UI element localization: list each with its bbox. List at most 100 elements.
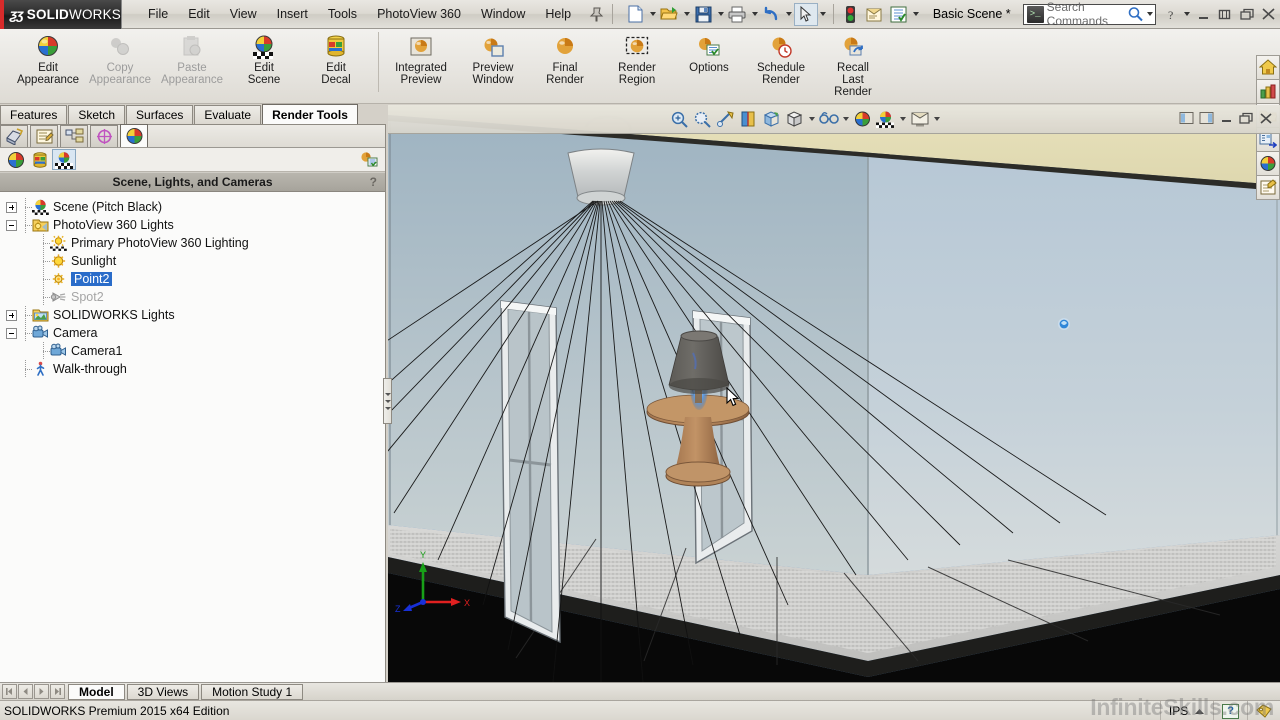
status-help-badge[interactable]: ? <box>1222 703 1239 719</box>
design-library-button[interactable] <box>1256 79 1280 104</box>
tree-node-spot2[interactable]: Spot2 <box>6 288 385 306</box>
status-units-cell[interactable]: IPS <box>1159 701 1213 720</box>
open-document-dropdown[interactable] <box>682 3 692 25</box>
zoom-to-fit-button[interactable] <box>668 108 691 131</box>
file-properties-button[interactable] <box>863 3 887 26</box>
first-tab-button[interactable] <box>2 684 17 699</box>
previous-view-button[interactable] <box>714 108 737 131</box>
dimxpert-manager-tab[interactable] <box>90 125 118 147</box>
custom-properties-button[interactable] <box>1256 175 1280 200</box>
graphics-viewport[interactable]: Y X Z <box>388 105 1280 682</box>
tree-node-point2[interactable]: Point2 <box>6 270 385 288</box>
tile-right-icon[interactable] <box>1196 108 1216 128</box>
next-tab-button[interactable] <box>34 684 49 699</box>
tree-node-primary-lighting[interactable]: Primary PhotoView 360 Lighting <box>6 234 385 252</box>
minimize-icon[interactable] <box>1192 4 1214 24</box>
tree-node-camera-folder[interactable]: Camera <box>6 324 385 342</box>
menu-item-edit[interactable]: Edit <box>178 3 220 25</box>
doc-close-icon[interactable] <box>1256 108 1276 128</box>
select-button[interactable] <box>793 2 818 26</box>
help-dropdown[interactable] <box>1182 3 1192 25</box>
pushpin-icon[interactable] <box>587 4 607 24</box>
panel-help-icon[interactable]: ? <box>370 175 377 189</box>
tab-surfaces[interactable]: Surfaces <box>126 105 194 124</box>
tab-render-tools[interactable]: Render Tools <box>262 104 358 124</box>
print-button[interactable] <box>726 3 750 26</box>
new-document-button[interactable] <box>624 3 648 26</box>
tree-node-sunlight[interactable]: Sunlight <box>6 252 385 270</box>
tree-node-photoview-lights[interactable]: PhotoView 360 Lights <box>6 216 385 234</box>
scene-3d-render[interactable]: Y X Z <box>388 105 1280 682</box>
undo-dropdown[interactable] <box>784 3 794 25</box>
select-dropdown[interactable] <box>818 3 828 25</box>
configuration-manager-tab[interactable] <box>60 125 88 147</box>
tab-sketch[interactable]: Sketch <box>68 105 126 124</box>
final-render-button[interactable]: Final Render <box>529 29 601 86</box>
expand-toggle[interactable] <box>6 201 17 213</box>
doc-minimize-icon[interactable] <box>1216 108 1236 128</box>
doc-restore-icon[interactable] <box>1236 108 1256 128</box>
menu-item-help[interactable]: Help <box>535 3 581 25</box>
schedule-render-button[interactable]: Schedule Render <box>745 29 817 86</box>
undo-button[interactable] <box>760 3 784 26</box>
tab-model[interactable]: Model <box>68 683 125 700</box>
tree-node-scene[interactable]: Scene (Pitch Black) <box>6 198 385 216</box>
search-dropdown[interactable] <box>1145 3 1155 25</box>
edit-appearance-button[interactable]: Edit Appearance <box>12 29 84 86</box>
edit-appearance-view-button[interactable] <box>851 108 874 131</box>
view-orientation-button[interactable] <box>760 108 783 131</box>
tree-node-solidworks-lights[interactable]: SOLIDWORKS Lights <box>6 306 385 324</box>
status-tag-cell[interactable] <box>1247 701 1280 720</box>
search-input[interactable]: Search Commands <box>1047 0 1127 28</box>
collapse-toggle[interactable] <box>6 327 17 339</box>
integrated-preview-button[interactable]: Integrated Preview <box>385 29 457 86</box>
panel-splitter-handle[interactable] <box>383 378 392 424</box>
magnifier-icon[interactable] <box>1127 6 1145 22</box>
edit-decal-button[interactable]: Edit Decal <box>300 29 372 86</box>
apply-scene-dropdown[interactable] <box>897 108 908 131</box>
save-button[interactable] <box>692 3 716 26</box>
menu-item-view[interactable]: View <box>220 3 267 25</box>
tree-node-walk-through[interactable]: Walk-through <box>6 360 385 378</box>
options-button[interactable] <box>887 3 911 26</box>
tile-left-icon[interactable] <box>1176 108 1196 128</box>
rebuild-button[interactable] <box>839 3 863 26</box>
expand-toggle[interactable] <box>6 309 17 321</box>
render-options-button[interactable]: Options <box>673 29 745 74</box>
paste-appearance-button[interactable]: Paste Appearance <box>156 29 228 86</box>
render-region-button[interactable]: Render Region <box>601 29 673 86</box>
previous-tab-button[interactable] <box>18 684 33 699</box>
display-manager-tab[interactable] <box>120 124 148 147</box>
preview-window-button[interactable]: Preview Window <box>457 29 529 86</box>
copy-appearance-button[interactable]: Copy Appearance <box>84 29 156 86</box>
open-document-button[interactable] <box>658 3 682 26</box>
view-settings-button[interactable] <box>908 108 931 131</box>
display-style-dropdown[interactable] <box>806 108 817 131</box>
menu-item-photoview360[interactable]: PhotoView 360 <box>367 3 471 25</box>
display-style-button[interactable] <box>783 108 806 131</box>
chevron-up-icon[interactable] <box>1194 707 1205 716</box>
save-dropdown[interactable] <box>716 3 726 25</box>
edit-scene-button[interactable]: Edit Scene <box>228 29 300 86</box>
collapse-toggle[interactable] <box>6 219 17 231</box>
restore-icon[interactable] <box>1214 4 1236 24</box>
options-dropdown[interactable] <box>911 3 921 25</box>
menu-item-tools[interactable]: Tools <box>318 3 367 25</box>
property-manager-tab[interactable] <box>30 125 58 147</box>
feature-tree-tab[interactable] <box>0 125 28 147</box>
menu-item-window[interactable]: Window <box>471 3 535 25</box>
tag-icon[interactable] <box>1256 703 1272 719</box>
view-appearances-button[interactable] <box>4 149 28 170</box>
help-button[interactable]: ? <box>1160 4 1182 24</box>
tab-3d-views[interactable]: 3D Views <box>126 683 200 700</box>
section-view-button[interactable] <box>737 108 760 131</box>
new-document-dropdown[interactable] <box>648 3 658 25</box>
hide-show-items-button[interactable] <box>817 108 840 131</box>
view-scene-lights-cameras-button[interactable] <box>52 149 76 170</box>
tab-features[interactable]: Features <box>0 105 68 124</box>
menu-item-insert[interactable]: Insert <box>267 3 318 25</box>
print-dropdown[interactable] <box>750 3 760 25</box>
search-commands-box[interactable]: >_ Search Commands <box>1022 0 1156 28</box>
zoom-to-area-button[interactable] <box>691 108 714 131</box>
view-settings-dropdown[interactable] <box>931 108 942 131</box>
